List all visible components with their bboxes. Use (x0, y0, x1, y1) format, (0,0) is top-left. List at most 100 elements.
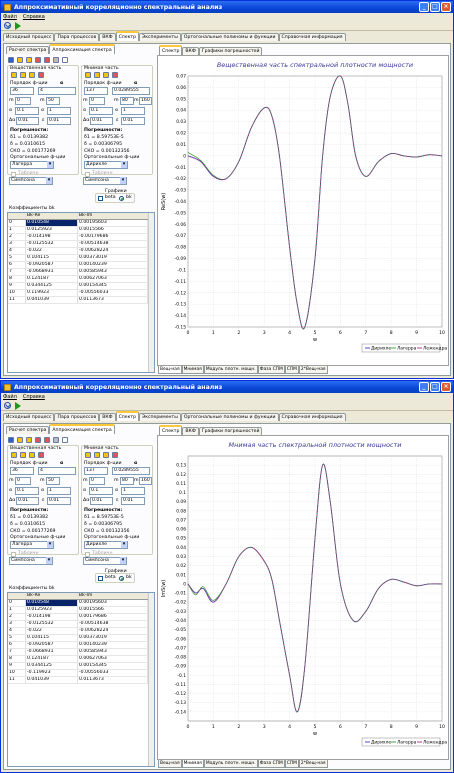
real-orth-select[interactable]: Лагерра (10, 161, 54, 169)
real-a-min-input[interactable]: 0.1 (15, 487, 39, 495)
imag-order-input[interactable]: 137 (84, 87, 108, 95)
tab-bottom-1[interactable]: Мнимая (181, 366, 204, 374)
real-m-max-input[interactable]: 50 (46, 97, 60, 105)
panel-tool-icon-6[interactable] (62, 436, 68, 443)
bk-radio[interactable] (119, 196, 124, 201)
tab-bottom-1[interactable]: Мнимая (181, 760, 204, 768)
real-da-input[interactable]: 0.01 (16, 497, 39, 505)
maximize-button[interactable]: □ (430, 382, 440, 392)
tab-bottom-5[interactable]: 2*Вещ-ная (298, 366, 328, 374)
real-alpha-input[interactable]: 4 (38, 467, 76, 475)
imag-method-select[interactable]: Симпсона (83, 177, 127, 185)
imag-order-input[interactable]: 137 (84, 467, 108, 475)
real-a-max-input[interactable]: 1 (47, 487, 71, 495)
real-tool-icon-0[interactable] (11, 452, 17, 458)
imag-orth-select[interactable]: Дирихле (84, 161, 128, 169)
tab-main-4[interactable]: Эксперименты (138, 413, 181, 421)
table-row[interactable]: 4 -0.022 -0.00628224 (8, 248, 154, 255)
coeff-table[interactable]: Bk-Re Bk-Im 0 0.010548 0.00195603 1 0.0125923 0… (7, 592, 155, 767)
table-row[interactable]: 3 -0.0125532 -0.00514638 (8, 241, 154, 248)
imag-eps-input[interactable]: 0.01 (121, 497, 145, 505)
panel-tool-icon-0[interactable] (8, 56, 14, 63)
table-row[interactable]: 10 0.119923 -0.00556033 (8, 290, 154, 297)
tab-sub-0[interactable]: Расчет спектра (6, 46, 50, 54)
panel-tool-icon-5[interactable] (53, 436, 59, 443)
table-row[interactable]: 6 -0.0920587 0.00140239 (8, 262, 154, 269)
real-eps-input[interactable]: 0.01 (47, 497, 71, 505)
real-method-select[interactable]: Симпсона (9, 557, 53, 565)
imag-tool-icon-2[interactable] (103, 452, 109, 458)
tab-bottom-5[interactable]: 2*Вещ-ная (298, 760, 328, 768)
imag-tool-icon-1[interactable] (94, 72, 100, 78)
real-tool-icon-1[interactable] (20, 72, 26, 78)
table-row[interactable]: 3 -0.0125532 -0.00514638 (8, 621, 154, 628)
tab-main-3[interactable]: Спектр (115, 31, 139, 41)
tab-sub-1[interactable]: Аппроксимация спектра (49, 44, 115, 54)
tab-chart-2[interactable]: Графики погрешностей (198, 427, 263, 435)
imag-method-select[interactable]: Симпсона (83, 557, 127, 565)
real-method-select[interactable]: Симпсона (9, 177, 53, 185)
tab-sub-0[interactable]: Расчет спектра (6, 426, 50, 434)
panel-tool-icon-1[interactable] (17, 56, 23, 63)
panel-tool-icon-2[interactable] (26, 56, 32, 63)
minimize-button[interactable]: _ (419, 2, 429, 12)
tab-main-5[interactable]: Ортогональные полиномы и функции (180, 413, 279, 421)
tab-main-2[interactable]: ВКФ (99, 33, 116, 41)
menu-item-0[interactable]: Файл (3, 394, 17, 400)
table-row[interactable]: 0 0.010548 0.00195603 (8, 600, 154, 607)
imag-m-max-input[interactable]: 80 (120, 97, 134, 105)
beta-checkbox[interactable] (98, 576, 103, 581)
imag-tool-icon-0[interactable] (85, 72, 91, 78)
table-row[interactable]: 7 -0.0668931 0.00585943 (8, 649, 154, 656)
tab-bottom-3[interactable]: Фаза СПМ (257, 366, 285, 374)
tab-main-6[interactable]: Справочная информация (278, 33, 346, 41)
imag-a-max-input[interactable]: 1 (121, 107, 145, 115)
real-order-input[interactable]: 36 (10, 87, 34, 95)
imag-da-input[interactable]: 0.01 (90, 117, 113, 125)
panel-tool-icon-2[interactable] (26, 436, 32, 443)
tab-main-4[interactable]: Эксперименты (138, 33, 181, 41)
real-tool-icon-3[interactable] (38, 452, 44, 458)
real-m-min-input[interactable]: 0 (15, 477, 31, 485)
panel-tool-icon-4[interactable] (44, 56, 50, 63)
tab-main-2[interactable]: ВКФ (99, 413, 116, 421)
tab-sub-1[interactable]: Аппроксимация спектра (49, 424, 115, 434)
real-m-max-input[interactable]: 50 (46, 477, 60, 485)
coeff-table[interactable]: Bk-Re Bk-Im 0 0.010548 0.00195603 1 0.0125923 0… (7, 212, 155, 373)
real-tool-icon-3[interactable] (38, 72, 44, 78)
table-row[interactable]: 0 0.010548 0.00195603 (8, 220, 154, 227)
table-row[interactable]: 9 0.0344125 0.00154345 (8, 663, 154, 670)
maximize-button[interactable]: □ (430, 2, 440, 12)
tab-bottom-4[interactable]: СПМ (284, 760, 299, 768)
real-orth-select[interactable]: Лагерра (10, 541, 54, 549)
refresh-icon[interactable] (4, 22, 11, 29)
tab-main-1[interactable]: Пара процессов (54, 413, 100, 421)
table-row[interactable]: 4 -0.022 -0.00628224 (8, 628, 154, 635)
table-row[interactable]: 1 0.0125923 0.0015566 (8, 227, 154, 234)
tab-bottom-0[interactable]: Вещ-ная (158, 760, 182, 768)
real-tool-icon-0[interactable] (11, 72, 17, 78)
real-a-min-input[interactable]: 0.1 (15, 107, 39, 115)
imag-tool-icon-2[interactable] (103, 72, 109, 78)
panel-tool-icon-1[interactable] (17, 436, 23, 443)
table-row[interactable]: 2 -0.014198 0.00179686 (8, 614, 154, 621)
real-alpha-input[interactable]: 4 (38, 87, 76, 95)
real-order-input[interactable]: 36 (10, 467, 34, 475)
imag-m-min-input[interactable]: 0 (89, 97, 105, 105)
imag-a-min-input[interactable]: 0.1 (89, 487, 113, 495)
imag-eps-input[interactable]: 0.01 (121, 117, 145, 125)
real-eps-input[interactable]: 0.01 (47, 117, 71, 125)
real-a-max-input[interactable]: 1 (47, 107, 71, 115)
minimize-button[interactable]: _ (419, 382, 429, 392)
panel-tool-icon-4[interactable] (44, 436, 50, 443)
tab-main-6[interactable]: Справочная информация (278, 413, 346, 421)
imag-m-max-input[interactable]: 80 (120, 477, 134, 485)
panel-tool-icon-0[interactable] (8, 436, 14, 443)
imag-tool-icon-3[interactable] (112, 452, 118, 458)
table-row[interactable]: 10 -0.119923 -0.00556033 (8, 670, 154, 677)
tab-bottom-0[interactable]: Вещ-ная (158, 366, 182, 374)
imag-m-min-input[interactable]: 0 (89, 477, 105, 485)
tab-main-0[interactable]: Исходный процесс (3, 413, 55, 421)
tab-chart-2[interactable]: Графики погрешностей (198, 47, 263, 55)
menu-item-1[interactable]: Справка (23, 394, 45, 400)
